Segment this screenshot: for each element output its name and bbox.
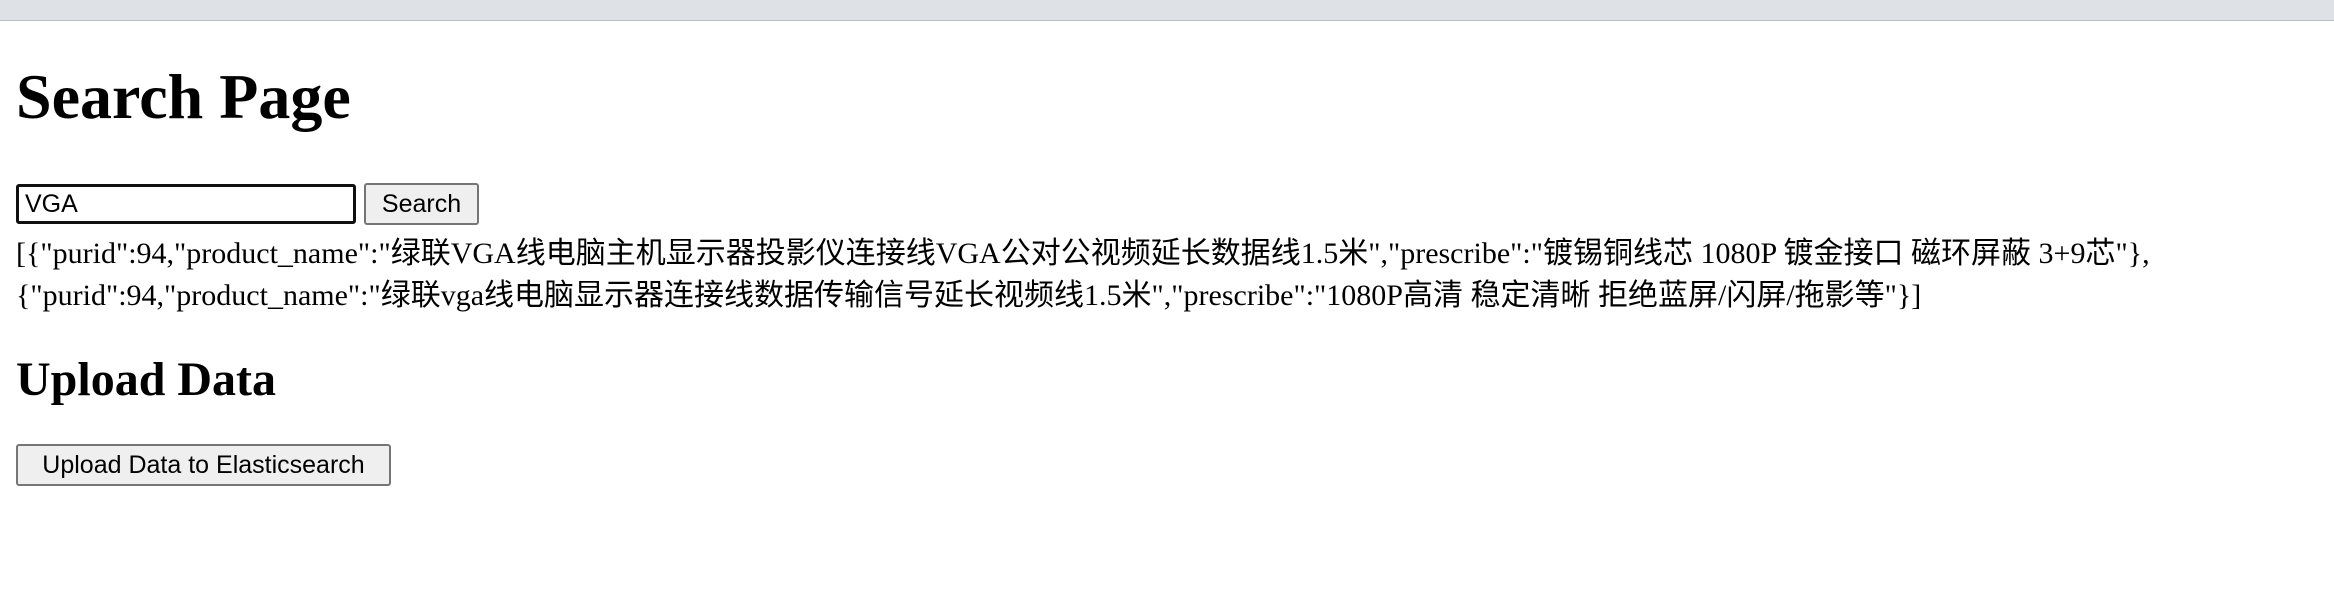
page-title: Search Page [16,61,351,132]
upload-to-elasticsearch-button[interactable]: Upload Data to Elasticsearch [16,444,391,486]
search-input[interactable] [16,184,356,224]
upload-section-title: Upload Data [16,353,277,406]
result-line: [{"purid":94,"product_name":"绿联VGA线电脑主机显… [16,237,2150,270]
browser-top-bar [0,0,2334,21]
search-results: [{"purid":94,"product_name":"绿联VGA线电脑主机显… [16,233,2316,317]
search-button[interactable]: Search [364,183,479,225]
search-row: Search [16,183,479,225]
result-line: {"purid":94,"product_name":"绿联vga线电脑显示器连… [16,279,1922,312]
